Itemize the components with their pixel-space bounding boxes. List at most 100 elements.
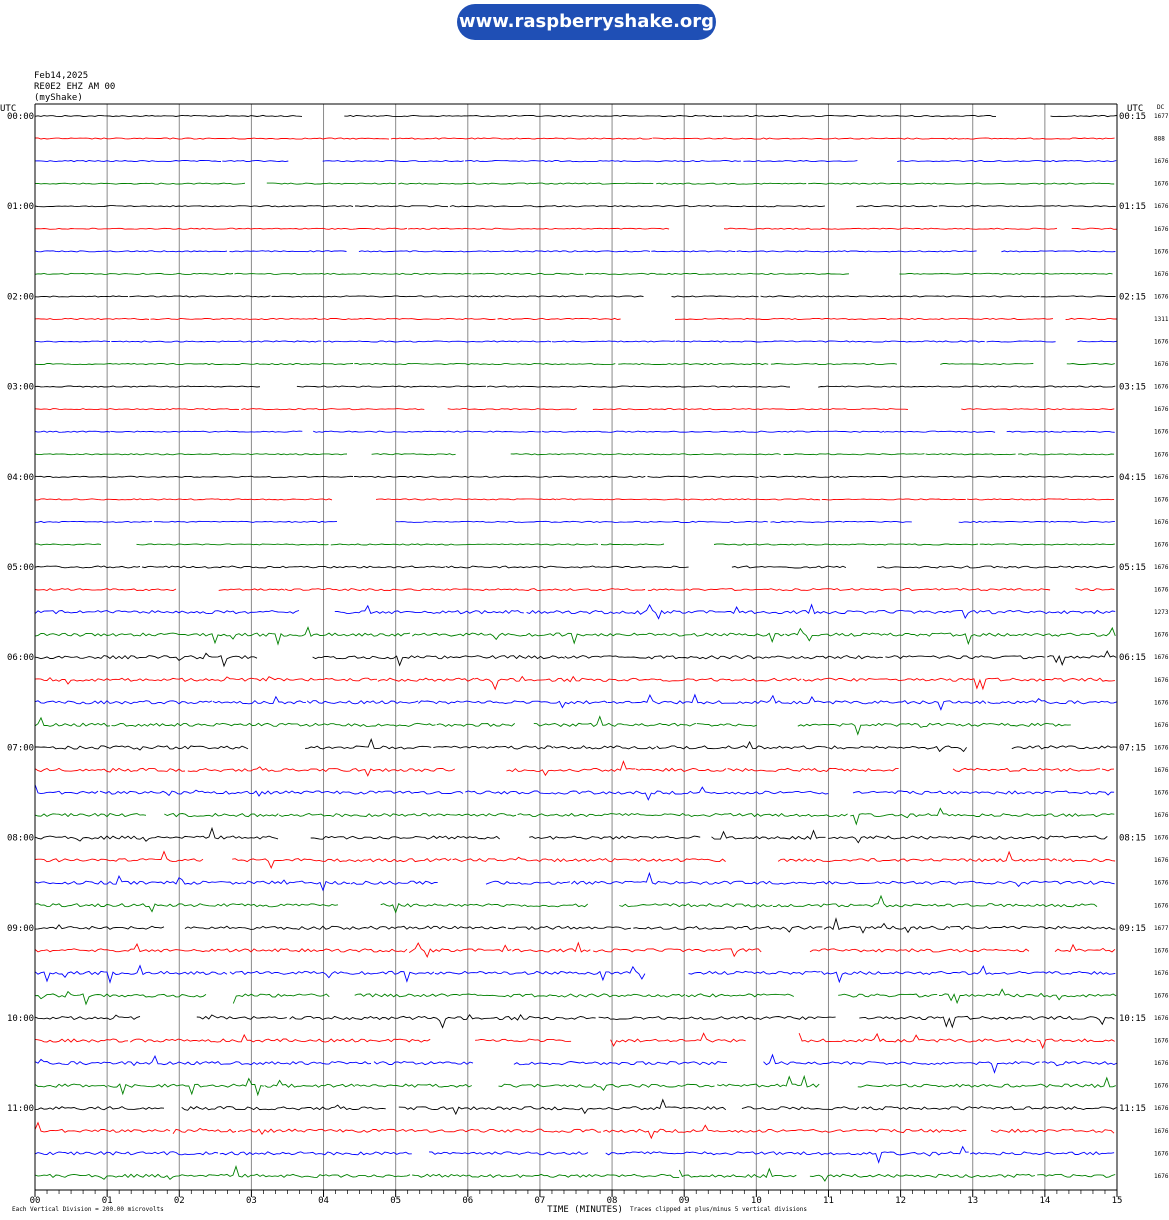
left-axis-title: UTC <box>0 104 16 114</box>
trace-line <box>428 1151 589 1156</box>
trace-line <box>850 807 1115 826</box>
dc-value: 1676 <box>1154 1015 1169 1022</box>
trace-line <box>322 340 552 343</box>
trace-line <box>408 942 512 959</box>
trace-line <box>234 272 472 275</box>
trace-line <box>533 715 696 727</box>
trace-line <box>398 1098 727 1116</box>
trace-line <box>34 903 339 913</box>
trace-line <box>820 965 1116 984</box>
trace-line <box>136 543 329 546</box>
trace-line <box>779 588 1051 591</box>
trace-line <box>322 160 464 163</box>
hour-label-left: 10:00 <box>7 1014 34 1024</box>
trace-line <box>358 250 650 253</box>
trace-line <box>34 676 377 685</box>
dc-value: 1676 <box>1154 158 1169 165</box>
dc-value: 1676 <box>1154 384 1169 391</box>
trace-line <box>390 137 652 140</box>
x-tick-label: 14 <box>1039 1196 1050 1206</box>
x-tick-label: 10 <box>751 1196 762 1206</box>
hour-label-right: 11:15 <box>1119 1104 1146 1114</box>
trace-line <box>278 813 517 818</box>
trace-line <box>1048 520 1115 523</box>
trace-line <box>1037 1173 1116 1178</box>
hour-label-left: 09:00 <box>7 924 34 934</box>
trace-line <box>34 317 150 320</box>
trace-line <box>34 453 348 456</box>
trace-line <box>229 970 435 983</box>
dc-column-title: DC <box>1157 104 1165 111</box>
trace-line <box>34 408 240 411</box>
trace-line <box>34 588 177 591</box>
trace-line <box>967 498 1115 501</box>
trace-line <box>618 363 769 366</box>
trace-line <box>111 722 436 727</box>
trace-line <box>619 903 773 908</box>
helicorder-chart: 00:0001:0002:0003:0004:0005:0006:0007:00… <box>0 103 1169 1215</box>
trace-line <box>674 317 1054 320</box>
trace-line <box>380 903 589 914</box>
trace-line <box>711 829 826 840</box>
dc-value: 1676 <box>1154 902 1169 909</box>
trace-line <box>34 1038 129 1043</box>
trace-line <box>856 205 938 208</box>
dc-value: 1676 <box>1154 835 1169 842</box>
trace-line <box>232 858 452 870</box>
hour-label-right: 05:15 <box>1119 563 1146 573</box>
trace-line <box>952 767 1100 772</box>
dc-value: 1676 <box>1154 812 1169 819</box>
trace-line <box>1050 790 1115 796</box>
trace-line <box>212 695 306 705</box>
trace-line <box>593 948 762 958</box>
trace-line <box>373 1061 474 1066</box>
trace-line <box>296 385 486 388</box>
trace-line <box>34 250 228 253</box>
hour-label-right: 09:15 <box>1119 924 1146 934</box>
trace-line <box>111 340 322 343</box>
trace-line <box>579 993 686 998</box>
trace-line <box>34 990 207 1006</box>
trace-line <box>34 784 99 795</box>
trace-line <box>821 498 966 501</box>
dc-value: 1676 <box>1154 226 1169 233</box>
dc-value: 1676 <box>1154 271 1169 278</box>
trace-line <box>474 675 802 691</box>
hour-label-left: 03:00 <box>7 383 34 393</box>
trace-line <box>99 789 464 797</box>
dc-value: 1676 <box>1154 474 1169 481</box>
x-tick-label: 11 <box>823 1196 834 1206</box>
trace-line <box>678 1167 797 1179</box>
trace-line <box>838 993 938 998</box>
trace-line <box>181 1104 386 1111</box>
trace-line <box>34 114 303 118</box>
trace-line <box>656 740 828 750</box>
trace-line <box>34 272 234 275</box>
trace-line <box>264 1079 355 1088</box>
trace-line <box>498 1083 715 1091</box>
dc-value: 1676 <box>1154 519 1169 526</box>
x-tick-label: 07 <box>535 1196 546 1206</box>
trace-line <box>486 385 791 388</box>
trace-line <box>797 722 1071 736</box>
seismic-traces <box>34 114 1118 1182</box>
dc-value: 1676 <box>1154 406 1169 413</box>
trace-line <box>571 871 836 885</box>
trace-line <box>1018 453 1115 456</box>
x-tick-label: 15 <box>1112 1196 1123 1206</box>
trace-line <box>1075 588 1115 591</box>
trace-line <box>196 1014 287 1020</box>
trace-line <box>802 677 1115 691</box>
trace-line <box>34 924 165 930</box>
trace-line <box>34 565 141 569</box>
x-tick-label: 05 <box>390 1196 401 1206</box>
trace-line <box>529 835 701 840</box>
trace-line <box>222 160 289 163</box>
trace-line <box>736 250 977 253</box>
hour-label-right: 06:15 <box>1119 653 1146 663</box>
trace-line <box>354 475 553 478</box>
dc-value: 1676 <box>1154 767 1169 774</box>
trace-line <box>377 677 475 682</box>
trace-line <box>34 610 300 615</box>
trace-line <box>34 812 147 818</box>
